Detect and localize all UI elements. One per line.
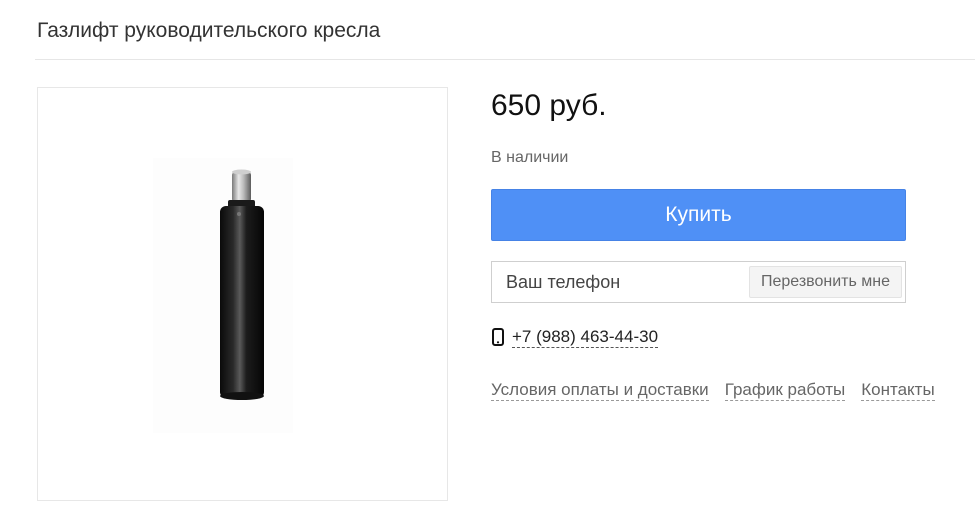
page-title: Газлифт руководительского кресла (37, 19, 381, 42)
product-image (153, 158, 293, 433)
callback-button[interactable]: Перезвонить мне (748, 266, 902, 298)
product-image-frame[interactable] (37, 87, 448, 501)
phone-input[interactable] (492, 262, 742, 302)
mobile-phone-icon (492, 328, 504, 346)
buy-button[interactable]: Купить (491, 189, 906, 241)
phone-number-link[interactable]: +7 (988) 463-44-30 (512, 327, 659, 348)
product-price: 650 руб. (491, 89, 607, 122)
title-divider (35, 59, 975, 60)
link-payment-delivery[interactable]: Условия оплаты и доставки (491, 380, 709, 401)
availability-status: В наличии (491, 149, 569, 166)
callback-form: Перезвонить мне (491, 261, 906, 303)
link-contacts[interactable]: Контакты (861, 380, 935, 401)
info-links: Условия оплаты и доставки График работы Ко… (491, 380, 951, 401)
link-working-hours[interactable]: График работы (724, 380, 846, 401)
